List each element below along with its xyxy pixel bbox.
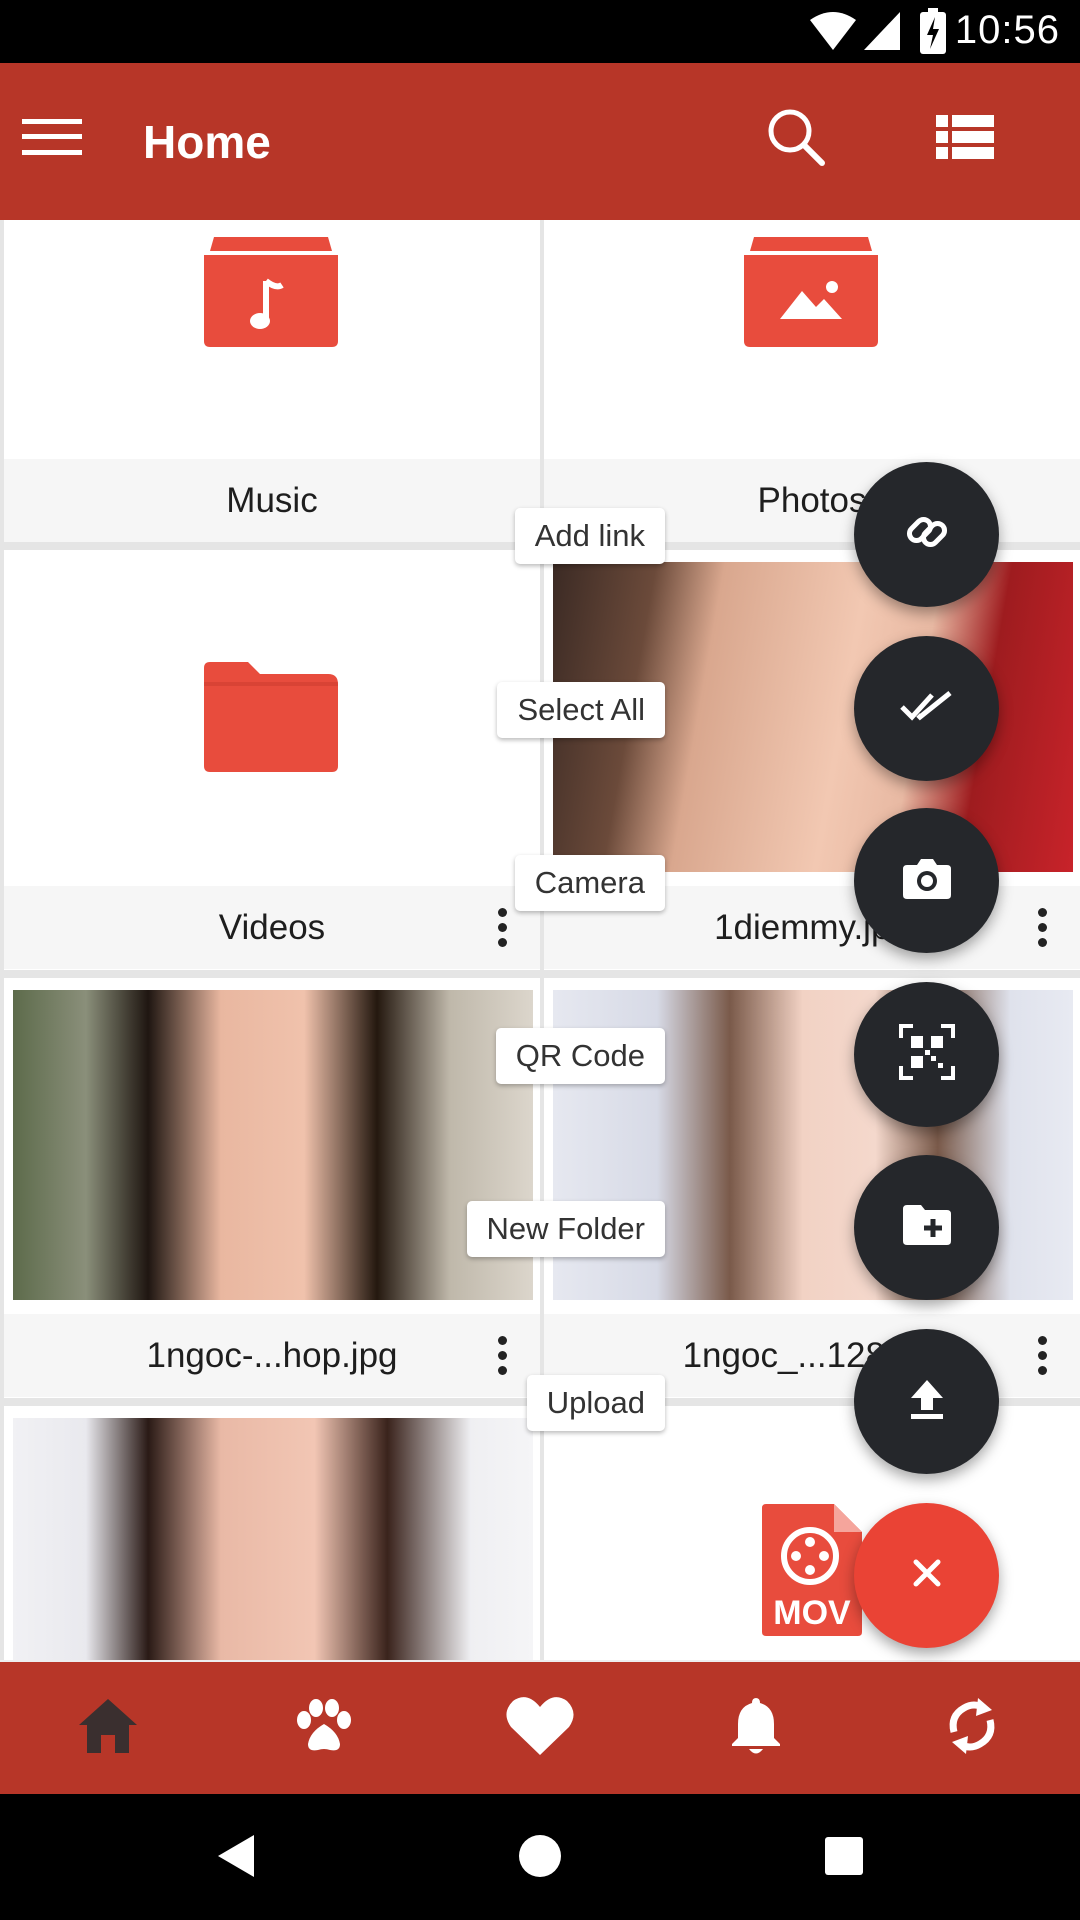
page-title: Home: [143, 116, 271, 168]
sync-icon: [944, 1696, 1000, 1761]
more-options-button[interactable]: [1032, 897, 1052, 957]
add-link-button[interactable]: [854, 462, 999, 607]
link-icon: [904, 509, 950, 560]
bottom-navigation: [0, 1662, 1080, 1794]
search-button[interactable]: [756, 99, 836, 179]
camera-button[interactable]: [854, 808, 999, 953]
qr-code-icon: [898, 1024, 955, 1085]
grid-item-video[interactable]: MOV: [544, 1406, 1080, 1660]
grid-item-photos[interactable]: Photos: [544, 220, 1080, 542]
nav-favorites[interactable]: [500, 1688, 580, 1768]
list-view-button[interactable]: [925, 99, 1005, 179]
recents-icon: [824, 1836, 864, 1881]
more-options-button[interactable]: [1032, 1325, 1052, 1385]
upload-icon: [909, 1378, 945, 1425]
menu-button[interactable]: [12, 99, 92, 179]
nav-pets[interactable]: [284, 1688, 364, 1768]
camera-icon: [902, 857, 951, 904]
system-home-button[interactable]: [508, 1826, 572, 1890]
music-folder-icon: [204, 237, 338, 352]
clock: 10:56: [954, 8, 1060, 52]
thumbnail: [4, 220, 540, 459]
image-thumbnail: [13, 990, 533, 1300]
battery-charging-icon: [920, 8, 946, 59]
grid-item-image[interactable]: 1ngoc-...hop.jpg: [4, 978, 540, 1398]
upload-button[interactable]: [854, 1329, 999, 1474]
fab-label-upload[interactable]: Upload: [526, 1375, 665, 1431]
paw-icon: [292, 1698, 356, 1759]
nav-sync[interactable]: [932, 1688, 1012, 1768]
nav-notifications[interactable]: [716, 1688, 796, 1768]
double-check-icon: [899, 689, 954, 728]
status-bar: 10:56: [0, 0, 1080, 63]
fab-label-select-all[interactable]: Select All: [497, 682, 665, 738]
folder-icon: [204, 662, 338, 777]
item-name: Videos: [4, 886, 540, 969]
image-thumbnail: [13, 1418, 533, 1660]
new-folder-button[interactable]: [854, 1155, 999, 1300]
cell-signal-icon: [862, 10, 902, 57]
app-bar: Home: [0, 63, 1080, 220]
fab-label-add-link[interactable]: Add link: [514, 508, 665, 564]
menu-icon: [22, 117, 82, 162]
wifi-icon: [808, 10, 858, 57]
thumbnail: [544, 220, 1080, 459]
heart-icon: [505, 1695, 575, 1762]
home-icon: [77, 1697, 139, 1760]
grid-item-image[interactable]: [4, 1406, 540, 1660]
item-name: Music: [4, 459, 540, 542]
close-icon: [912, 1558, 942, 1593]
fab-label-new-folder[interactable]: New Folder: [466, 1201, 665, 1257]
mov-file-icon: MOV: [762, 1504, 862, 1641]
fab-label-camera[interactable]: Camera: [514, 855, 665, 911]
grid-item-music[interactable]: Music: [4, 220, 540, 542]
nav-home[interactable]: [68, 1688, 148, 1768]
grid-item-videos[interactable]: Videos: [4, 550, 540, 970]
photo-folder-icon: [744, 237, 878, 352]
back-icon: [216, 1833, 256, 1884]
more-options-button[interactable]: [492, 1325, 512, 1385]
home-circle-icon: [518, 1834, 562, 1883]
back-button[interactable]: [204, 1826, 268, 1890]
qr-code-button[interactable]: [854, 982, 999, 1127]
bell-icon: [730, 1696, 782, 1761]
thumbnail: [4, 550, 540, 886]
fab-close-button[interactable]: [854, 1503, 999, 1648]
system-navigation-bar: [0, 1794, 1080, 1920]
select-all-button[interactable]: [854, 636, 999, 781]
list-view-icon: [936, 113, 994, 166]
recents-button[interactable]: [812, 1826, 876, 1890]
mov-badge: MOV: [773, 1594, 851, 1632]
fab-label-qr-code[interactable]: QR Code: [495, 1028, 665, 1084]
more-options-button[interactable]: [492, 897, 512, 957]
new-folder-icon: [902, 1205, 951, 1250]
item-name: 1ngoc-...hop.jpg: [4, 1314, 540, 1397]
search-icon: [764, 105, 828, 174]
